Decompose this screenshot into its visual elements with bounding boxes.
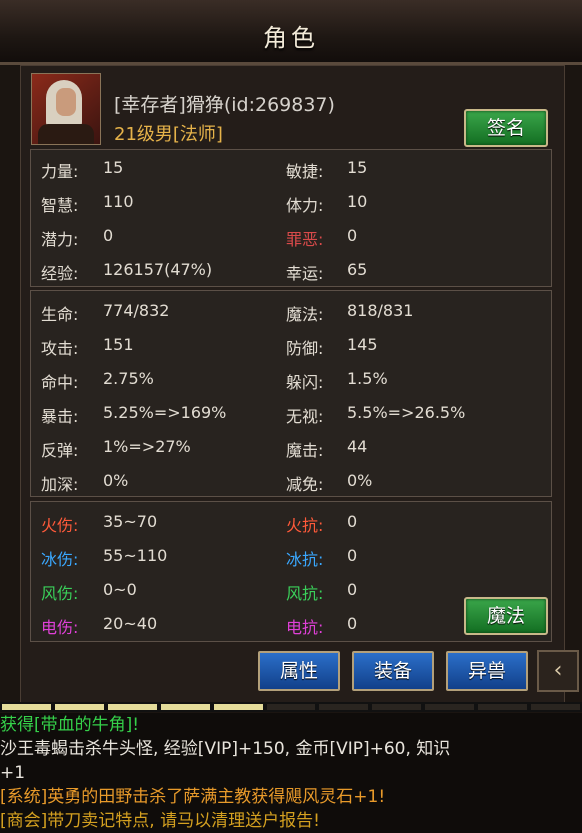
stat-value: 110 bbox=[103, 192, 134, 211]
stat-label: 魔击: bbox=[286, 441, 324, 460]
stat-value: 65 bbox=[347, 260, 368, 279]
stat-label: 力量: bbox=[41, 162, 79, 181]
log-line: +1 bbox=[0, 763, 26, 783]
progress-segment-empty bbox=[372, 704, 422, 710]
stat-label: 命中: bbox=[41, 373, 79, 392]
progress-segment-filled bbox=[160, 704, 210, 710]
progress-segment-filled bbox=[54, 704, 104, 710]
elec-damage-label: 电伤: bbox=[41, 618, 79, 637]
tab-attributes[interactable]: 属性 bbox=[258, 651, 340, 691]
wind-damage-label: 风伤: bbox=[41, 584, 79, 603]
back-arrow-icon[interactable]: ‹ bbox=[537, 650, 579, 692]
stat-label-sin: 罪恶: bbox=[286, 230, 324, 249]
stat-value: 1.5% bbox=[347, 369, 388, 388]
combat-stats-box: 生命: 774/832 魔法: 818/831 攻击: 151 防御: 145 … bbox=[30, 290, 552, 497]
stat-value: 0% bbox=[347, 471, 373, 490]
stat-label: 智慧: bbox=[41, 196, 79, 215]
stat-value: 0 bbox=[347, 226, 358, 245]
stat-label: 防御: bbox=[286, 339, 324, 358]
log-line: [商会]带刀卖记特点, 请马以清理送户报告! bbox=[0, 811, 320, 831]
tab-beasts[interactable]: 异兽 bbox=[446, 651, 528, 691]
basic-stats-box: 力量: 15 敏捷: 15 智慧: 110 体力: 10 潜力: 0 罪恶: 0… bbox=[30, 149, 552, 287]
stat-value: 0% bbox=[103, 471, 129, 490]
progress-segment-empty bbox=[319, 704, 369, 710]
stat-value: 15 bbox=[103, 158, 124, 177]
log-line: [系统]英勇的田野击杀了萨满主教获得飓风灵石+1! bbox=[0, 787, 386, 807]
chat-log: 获得[带血的牛角]! 沙王毒蝎击杀牛头怪, 经验[VIP]+150, 金币[VI… bbox=[0, 713, 582, 833]
stat-label: 潜力: bbox=[41, 230, 79, 249]
log-line: 获得[带血的牛角]! bbox=[0, 715, 140, 735]
ice-resist-label: 冰抗: bbox=[286, 550, 324, 569]
ice-damage-label: 冰伤: bbox=[41, 550, 79, 569]
stat-label: 加深: bbox=[41, 475, 79, 494]
stat-label: 敏捷: bbox=[286, 162, 324, 181]
tab-equipment[interactable]: 装备 bbox=[352, 651, 434, 691]
experience-progress-bar bbox=[0, 702, 582, 712]
stat-value: 0 bbox=[347, 614, 358, 633]
stat-value: 0 bbox=[347, 546, 358, 565]
elec-resist-label: 电抗: bbox=[286, 618, 324, 637]
stat-label: 魔法: bbox=[286, 305, 324, 324]
stat-value: 0 bbox=[347, 512, 358, 531]
magic-button[interactable]: 魔法 bbox=[464, 597, 548, 635]
log-line: 沙王毒蝎击杀牛头怪, 经验[VIP]+150, 金币[VIP]+60, 知识 bbox=[0, 739, 451, 759]
progress-segment-filled bbox=[2, 704, 51, 710]
stat-value: 0 bbox=[103, 226, 114, 245]
page-title: 角色 bbox=[263, 24, 319, 52]
stat-value: 126157(47%) bbox=[103, 260, 213, 279]
progress-segment-filled bbox=[107, 704, 157, 710]
stat-value: 44 bbox=[347, 437, 368, 456]
stat-value: 5.25%=>169% bbox=[103, 403, 227, 422]
stat-label: 暴击: bbox=[41, 407, 79, 426]
stat-label: 生命: bbox=[41, 305, 79, 324]
title-bar: 角色 bbox=[0, 0, 582, 65]
stat-label: 减免: bbox=[286, 475, 324, 494]
progress-segment-empty bbox=[425, 704, 475, 710]
stat-value: 0 bbox=[347, 580, 358, 599]
stat-value: 818/831 bbox=[347, 301, 414, 320]
stat-value: 35~70 bbox=[103, 512, 158, 531]
stat-value: 0~0 bbox=[103, 580, 137, 599]
progress-segment-empty bbox=[478, 704, 528, 710]
stat-value: 1%=>27% bbox=[103, 437, 191, 456]
stat-label: 无视: bbox=[286, 407, 324, 426]
stat-label: 攻击: bbox=[41, 339, 79, 358]
stat-value: 10 bbox=[347, 192, 368, 211]
stat-value: 5.5%=>26.5% bbox=[347, 403, 466, 422]
sign-button[interactable]: 签名 bbox=[464, 109, 548, 147]
fire-resist-label: 火抗: bbox=[286, 516, 324, 535]
progress-segment-empty bbox=[266, 704, 316, 710]
stat-value: 15 bbox=[347, 158, 368, 177]
character-avatar bbox=[31, 73, 101, 145]
stat-value: 151 bbox=[103, 335, 134, 354]
stat-value: 774/832 bbox=[103, 301, 170, 320]
stat-value: 2.75% bbox=[103, 369, 154, 388]
stat-label: 躲闪: bbox=[286, 373, 324, 392]
stat-value: 145 bbox=[347, 335, 378, 354]
wind-resist-label: 风抗: bbox=[286, 584, 324, 603]
character-level-class: 21级男[法师] bbox=[114, 124, 223, 145]
fire-damage-label: 火伤: bbox=[41, 516, 79, 535]
stat-value: 20~40 bbox=[103, 614, 158, 633]
progress-segment-filled bbox=[213, 704, 263, 710]
progress-segment-empty bbox=[531, 704, 580, 710]
character-name: [幸存者]猾狰(id:269837) bbox=[114, 94, 335, 116]
stat-label: 幸运: bbox=[286, 264, 324, 283]
stat-label: 反弹: bbox=[41, 441, 79, 460]
stat-value: 55~110 bbox=[103, 546, 168, 565]
stat-label: 体力: bbox=[286, 196, 324, 215]
stat-label: 经验: bbox=[41, 264, 79, 283]
